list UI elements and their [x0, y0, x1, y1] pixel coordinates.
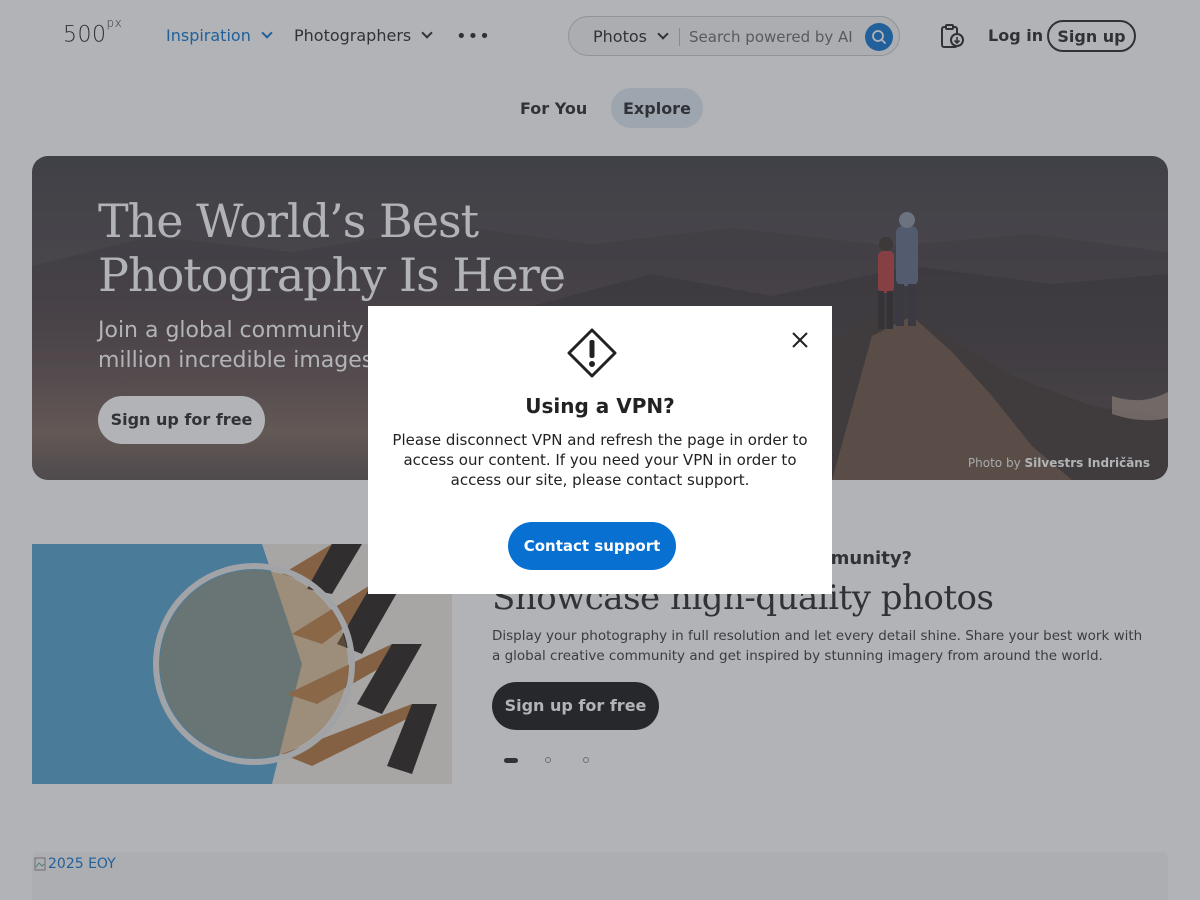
- close-icon[interactable]: [788, 328, 812, 352]
- modal-title: Using a VPN?: [525, 394, 675, 418]
- contact-support-button[interactable]: Contact support: [508, 522, 676, 570]
- warning-icon: [567, 328, 617, 382]
- modal-body: Please disconnect VPN and refresh the pa…: [392, 431, 808, 489]
- vpn-modal: Using a VPN? Please disconnect VPN and r…: [368, 306, 832, 594]
